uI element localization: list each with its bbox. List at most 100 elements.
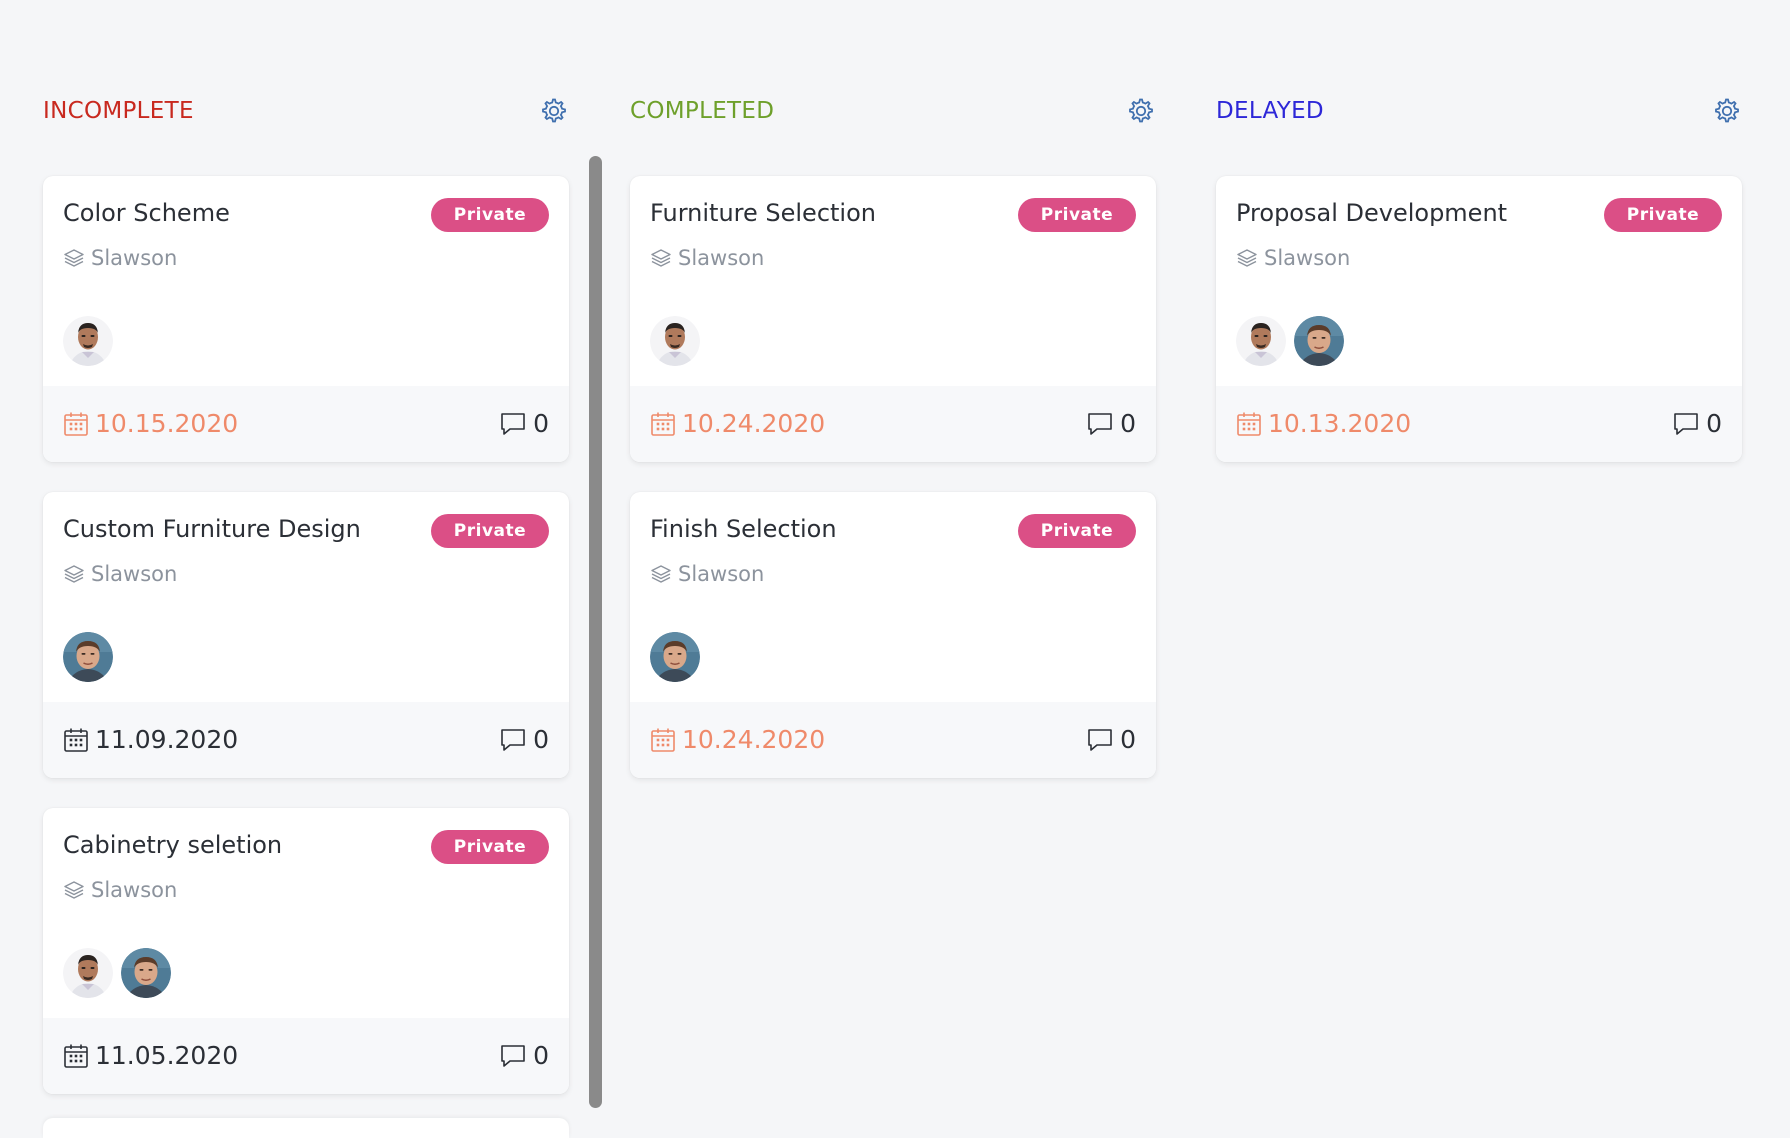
stack-icon bbox=[650, 563, 672, 585]
calendar-icon bbox=[63, 727, 89, 753]
comment-icon bbox=[499, 726, 527, 754]
due-date-text: 11.09.2020 bbox=[95, 725, 239, 754]
task-card[interactable]: Finish Selection Private Slawson 10.24.20… bbox=[630, 492, 1156, 778]
due-date: 11.09.2020 bbox=[63, 722, 238, 758]
gear-icon[interactable] bbox=[539, 96, 569, 126]
comment-count-text: 0 bbox=[533, 1041, 549, 1070]
comment-count-text: 0 bbox=[533, 409, 549, 438]
avatar[interactable] bbox=[121, 948, 171, 998]
comment-icon bbox=[499, 410, 527, 438]
comment-count[interactable]: 0 bbox=[499, 1038, 549, 1074]
project-label: Slawson bbox=[1236, 246, 1350, 270]
assignee-list bbox=[650, 316, 700, 366]
gear-icon[interactable] bbox=[1126, 96, 1156, 126]
privacy-badge: Private bbox=[1604, 198, 1722, 232]
calendar-icon bbox=[63, 411, 89, 437]
project-name: Slawson bbox=[1264, 246, 1351, 270]
due-date-text: 10.13.2020 bbox=[1268, 409, 1412, 438]
due-date-text: 11.05.2020 bbox=[95, 1041, 239, 1070]
column-header: COMPLETED bbox=[630, 96, 1156, 126]
calendar-icon bbox=[63, 1043, 89, 1069]
task-title[interactable]: Proposal Development bbox=[1236, 198, 1507, 228]
avatar[interactable] bbox=[63, 632, 113, 682]
task-card[interactable]: Custom Furniture Design Private Slawson 1… bbox=[43, 492, 569, 778]
due-date: 11.05.2020 bbox=[63, 1038, 238, 1074]
avatar[interactable] bbox=[1236, 316, 1286, 366]
comment-count[interactable]: 0 bbox=[1086, 722, 1136, 758]
task-title[interactable]: Custom Furniture Design bbox=[63, 514, 361, 544]
calendar-icon bbox=[1236, 411, 1262, 437]
comment-count-text: 0 bbox=[1120, 725, 1136, 754]
task-card-partial[interactable] bbox=[43, 1118, 569, 1138]
comment-count-text: 0 bbox=[1120, 409, 1136, 438]
project-name: Slawson bbox=[91, 878, 178, 902]
stack-icon bbox=[63, 563, 85, 585]
card-footer: 10.13.2020 0 bbox=[1216, 386, 1742, 462]
avatar[interactable] bbox=[63, 316, 113, 366]
stack-icon bbox=[63, 879, 85, 901]
task-card[interactable]: Cabinetry seletion Private Slawson 11.05… bbox=[43, 808, 569, 1094]
comment-icon bbox=[1086, 410, 1114, 438]
project-name: Slawson bbox=[678, 562, 765, 586]
comment-count[interactable]: 0 bbox=[499, 406, 549, 442]
gear-icon[interactable] bbox=[1712, 96, 1742, 126]
card-footer: 11.05.2020 0 bbox=[43, 1018, 569, 1094]
task-card[interactable]: Proposal Development Private Slawson 10.… bbox=[1216, 176, 1742, 462]
calendar-icon bbox=[650, 411, 676, 437]
task-title[interactable]: Color Scheme bbox=[63, 198, 230, 228]
card-footer: 10.24.2020 0 bbox=[630, 386, 1156, 462]
column-title: INCOMPLETE bbox=[43, 98, 194, 124]
assignee-list bbox=[63, 316, 113, 366]
column-scrollbar[interactable] bbox=[589, 156, 602, 1108]
assignee-list bbox=[63, 948, 171, 998]
due-date: 10.15.2020 bbox=[63, 406, 238, 442]
privacy-badge: Private bbox=[1018, 198, 1136, 232]
avatar[interactable] bbox=[63, 948, 113, 998]
comment-icon bbox=[1086, 726, 1114, 754]
comment-count[interactable]: 0 bbox=[1086, 406, 1136, 442]
column-title: DELAYED bbox=[1216, 98, 1324, 124]
project-name: Slawson bbox=[678, 246, 765, 270]
avatar[interactable] bbox=[1294, 316, 1344, 366]
column-header: DELAYED bbox=[1216, 96, 1742, 126]
comment-count[interactable]: 0 bbox=[1672, 406, 1722, 442]
due-date-text: 10.24.2020 bbox=[682, 725, 826, 754]
due-date-text: 10.15.2020 bbox=[95, 409, 239, 438]
privacy-badge: Private bbox=[431, 198, 549, 232]
privacy-badge: Private bbox=[431, 514, 549, 548]
task-title[interactable]: Cabinetry seletion bbox=[63, 830, 282, 860]
comment-count-text: 0 bbox=[533, 725, 549, 754]
column-header: INCOMPLETE bbox=[43, 96, 569, 126]
avatar[interactable] bbox=[650, 632, 700, 682]
project-label: Slawson bbox=[63, 562, 177, 586]
card-footer: 10.24.2020 0 bbox=[630, 702, 1156, 778]
card-footer: 11.09.2020 0 bbox=[43, 702, 569, 778]
project-label: Slawson bbox=[63, 878, 177, 902]
project-label: Slawson bbox=[650, 562, 764, 586]
task-title[interactable]: Furniture Selection bbox=[650, 198, 876, 228]
assignee-list bbox=[1236, 316, 1344, 366]
stack-icon bbox=[63, 247, 85, 269]
project-label: Slawson bbox=[650, 246, 764, 270]
comment-count[interactable]: 0 bbox=[499, 722, 549, 758]
privacy-badge: Private bbox=[1018, 514, 1136, 548]
due-date: 10.24.2020 bbox=[650, 722, 825, 758]
avatar[interactable] bbox=[650, 316, 700, 366]
task-title[interactable]: Finish Selection bbox=[650, 514, 837, 544]
project-name: Slawson bbox=[91, 562, 178, 586]
task-card[interactable]: Furniture Selection Private Slawson 10.24… bbox=[630, 176, 1156, 462]
column-title: COMPLETED bbox=[630, 98, 775, 124]
project-name: Slawson bbox=[91, 246, 178, 270]
assignee-list bbox=[650, 632, 700, 682]
due-date-text: 10.24.2020 bbox=[682, 409, 826, 438]
due-date: 10.13.2020 bbox=[1236, 406, 1411, 442]
assignee-list bbox=[63, 632, 113, 682]
task-card[interactable]: Color Scheme Private Slawson 10.15.2020 0 bbox=[43, 176, 569, 462]
comment-icon bbox=[1672, 410, 1700, 438]
calendar-icon bbox=[650, 727, 676, 753]
due-date: 10.24.2020 bbox=[650, 406, 825, 442]
comment-icon bbox=[499, 1042, 527, 1070]
privacy-badge: Private bbox=[431, 830, 549, 864]
project-label: Slawson bbox=[63, 246, 177, 270]
stack-icon bbox=[650, 247, 672, 269]
